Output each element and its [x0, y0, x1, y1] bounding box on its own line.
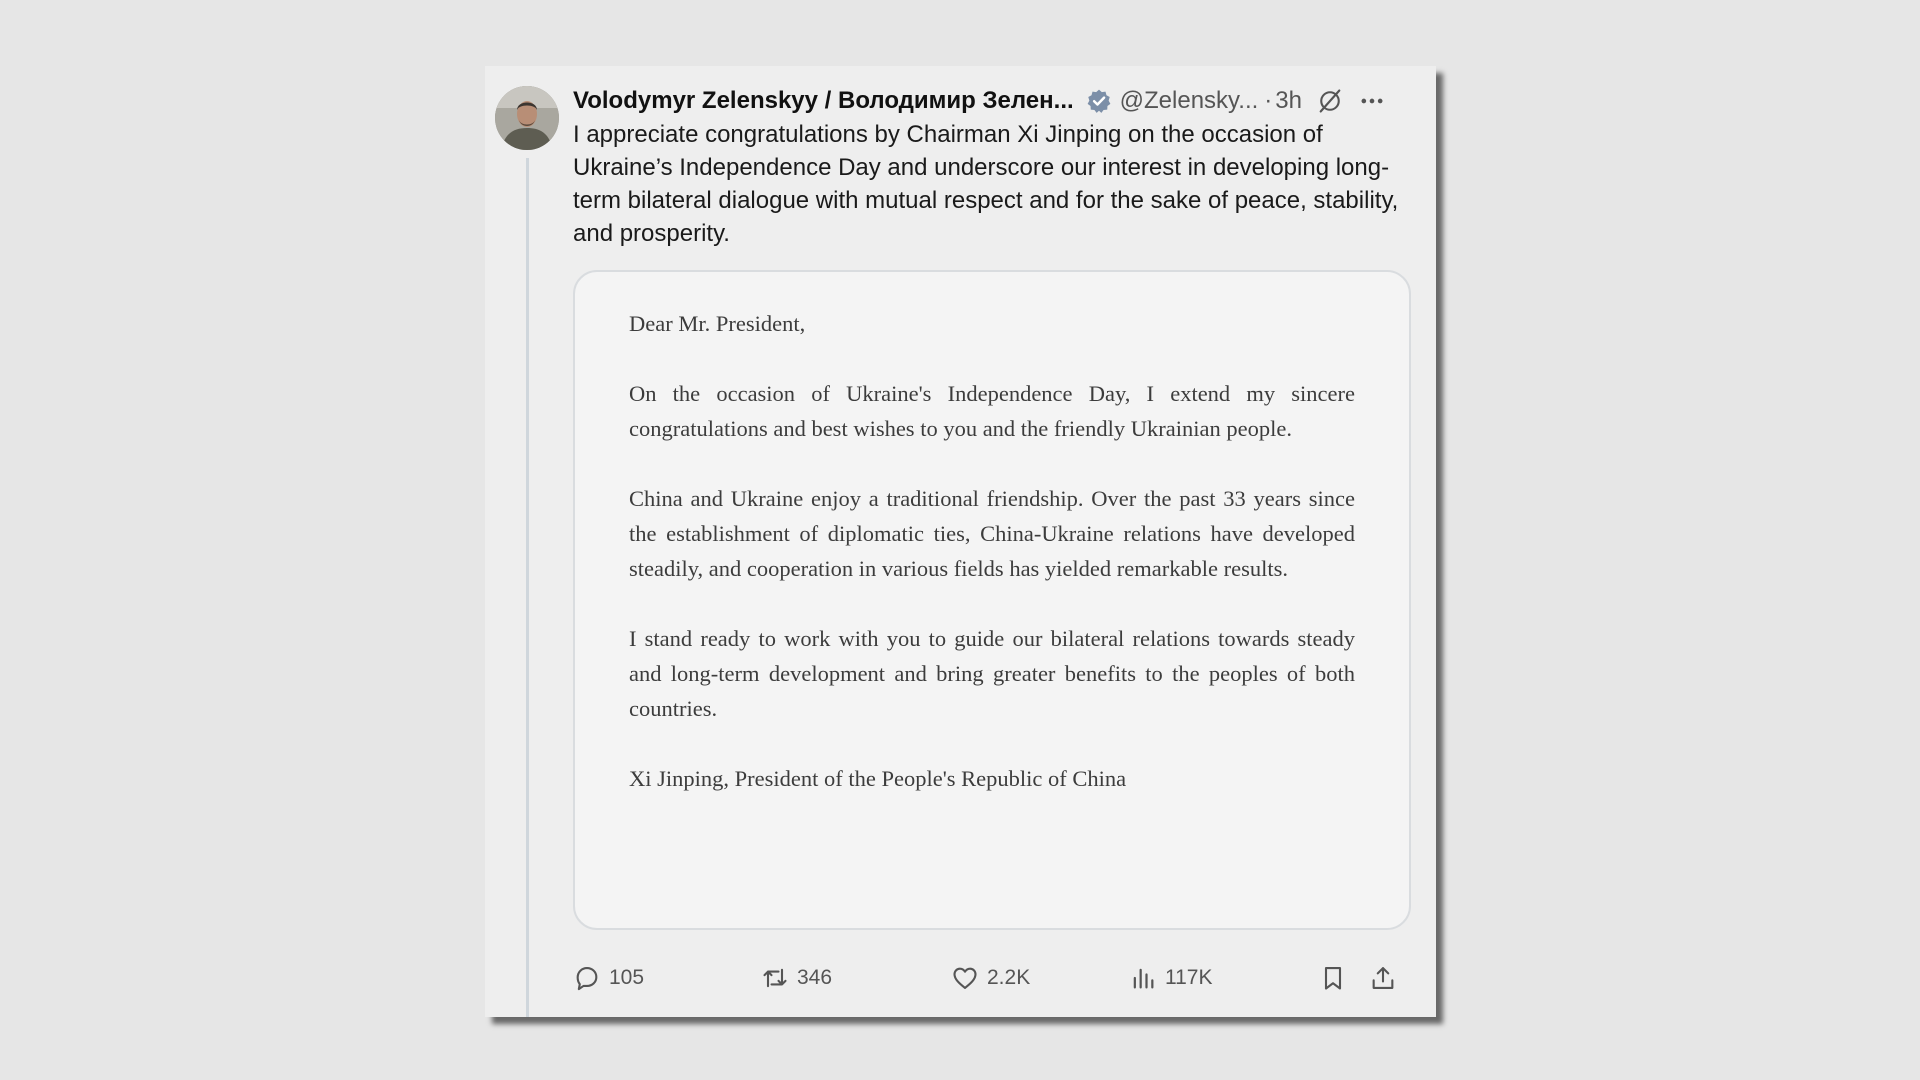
reply-count: 105: [609, 966, 645, 989]
avatar-image: [495, 86, 559, 150]
more-icon[interactable]: [1358, 87, 1386, 115]
share-button[interactable]: [1369, 964, 1397, 992]
verified-badge-icon: [1087, 89, 1111, 113]
share-icon: [1372, 967, 1394, 989]
repost-count: 346: [797, 966, 833, 989]
tweet-content: Volodymyr Zelenskyy / Володимир Зелен...…: [573, 84, 1413, 991]
handle[interactable]: @Zelensky...: [1120, 87, 1259, 115]
heart-icon: [953, 967, 977, 989]
bookmark-button[interactable]: [1319, 964, 1347, 992]
repost-button[interactable]: 346: [761, 964, 832, 992]
timestamp[interactable]: 3h: [1275, 87, 1302, 115]
letter-paragraph: I stand ready to work with you to guide …: [629, 626, 1355, 721]
repost-icon: [763, 968, 787, 988]
action-bar: 105 346 2.2K 117K: [573, 964, 1413, 1000]
separator-dot: ·: [1264, 87, 1273, 114]
avatar[interactable]: [495, 86, 559, 150]
tweet-text: I appreciate congratulations by Chairman…: [573, 121, 1399, 247]
reply-icon: [576, 967, 598, 991]
view-count: 117K: [1165, 966, 1213, 989]
grok-icon[interactable]: [1316, 87, 1344, 115]
views-button[interactable]: 117K: [1129, 964, 1213, 992]
tweet-header: Volodymyr Zelenskyy / Володимир Зелен...…: [573, 84, 1413, 118]
letter-paragraph: China and Ukraine enjoy a traditional fr…: [629, 486, 1355, 581]
views-chart-icon: [1133, 968, 1154, 989]
letter-signature: Xi Jinping, President of the People's Re…: [629, 766, 1127, 791]
letter-paragraph: On the occasion of Ukraine's Independenc…: [629, 381, 1355, 441]
thread-line: [526, 158, 529, 1017]
tweet-card[interactable]: Volodymyr Zelenskyy / Володимир Зелен...…: [485, 66, 1436, 1017]
display-name[interactable]: Volodymyr Zelenskyy / Володимир Зелен...: [573, 87, 1074, 115]
reply-button[interactable]: 105: [573, 964, 644, 992]
letter-salutation: Dear Mr. President,: [629, 311, 806, 336]
like-count: 2.2K: [987, 966, 1031, 989]
bookmark-icon: [1324, 967, 1342, 990]
like-button[interactable]: 2.2K: [951, 964, 1030, 992]
letter-image[interactable]: Dear Mr. President, On the occasion of U…: [573, 270, 1411, 930]
